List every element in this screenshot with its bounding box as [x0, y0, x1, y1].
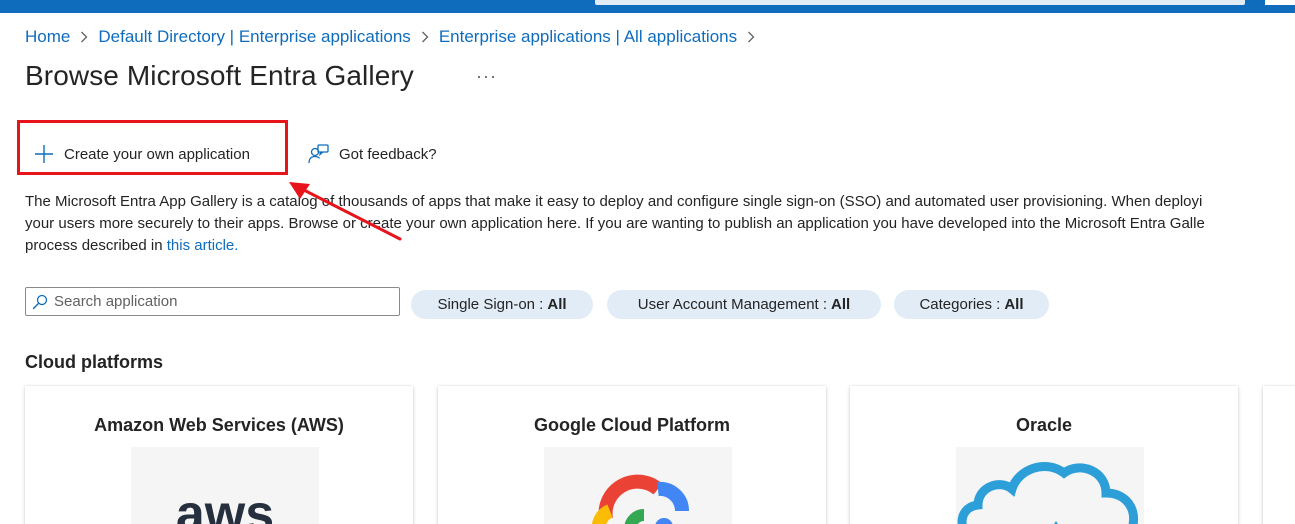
app-card-aws[interactable]: Amazon Web Services (AWS) aws [25, 386, 413, 524]
red-annotation-arrow [289, 182, 402, 241]
search-application-input[interactable] [54, 293, 384, 310]
filter-uam-label: User Account Management : [637, 296, 828, 313]
top-nav-bar [0, 0, 1295, 13]
section-title-cloud-platforms: Cloud platforms [25, 352, 163, 372]
got-feedback-button[interactable]: Got feedback? [307, 140, 437, 168]
breadcrumb-all-applications[interactable]: Enterprise applications | All applicatio… [439, 27, 737, 47]
top-right-box[interactable] [1265, 0, 1295, 5]
filter-sso-value: All [547, 296, 567, 313]
breadcrumb: Home Default Directory | Enterprise appl… [25, 27, 765, 47]
global-search-strip[interactable] [595, 0, 1245, 5]
filter-categories-label: Categories : [919, 296, 1001, 313]
description-line-3: process described in this article. [25, 235, 1295, 257]
app-card-oracle[interactable]: Oracle [850, 386, 1238, 524]
app-card-google-cloud[interactable]: Google Cloud Platform [438, 386, 826, 524]
filter-categories[interactable]: Categories : All [894, 290, 1049, 319]
got-feedback-label: Got feedback? [339, 145, 437, 163]
app-card-partial[interactable] [1263, 386, 1295, 524]
filter-single-sign-on[interactable]: Single Sign-on : All [411, 290, 593, 319]
breadcrumb-enterprise-apps[interactable]: Default Directory | Enterprise applicati… [98, 27, 410, 47]
aws-logo: aws [131, 447, 319, 524]
chevron-right-icon [421, 31, 429, 43]
breadcrumb-home[interactable]: Home [25, 27, 70, 47]
description-line-3-text: process described in [25, 237, 167, 254]
feedback-person-icon [308, 144, 329, 164]
gallery-description: The Microsoft Entra App Gallery is a cat… [25, 191, 1295, 257]
highlight-annotation-box [17, 120, 288, 175]
app-card-title: Google Cloud Platform [534, 415, 730, 435]
filter-user-account-management[interactable]: User Account Management : All [607, 290, 881, 319]
more-options-icon[interactable]: ··· [476, 66, 497, 87]
filter-categories-value: All [1004, 296, 1024, 313]
this-article-link[interactable]: this article. [167, 237, 239, 254]
app-card-title: Amazon Web Services (AWS) [94, 415, 344, 435]
search-icon [32, 294, 48, 309]
chevron-right-icon [747, 31, 755, 43]
search-application-box[interactable] [25, 287, 400, 316]
description-line-1: The Microsoft Entra App Gallery is a cat… [25, 193, 1203, 210]
page-title: Browse Microsoft Entra Gallery [25, 60, 414, 91]
oracle-cloud-logo [956, 447, 1144, 524]
aws-logo-text: aws [176, 485, 274, 524]
description-line-2: your users more securely to their apps. … [25, 215, 1205, 232]
filter-uam-value: All [831, 296, 851, 313]
google-cloud-logo [544, 447, 732, 524]
filter-sso-label: Single Sign-on : [437, 296, 544, 313]
app-card-title: Oracle [1015, 415, 1073, 435]
chevron-right-icon [80, 31, 88, 43]
